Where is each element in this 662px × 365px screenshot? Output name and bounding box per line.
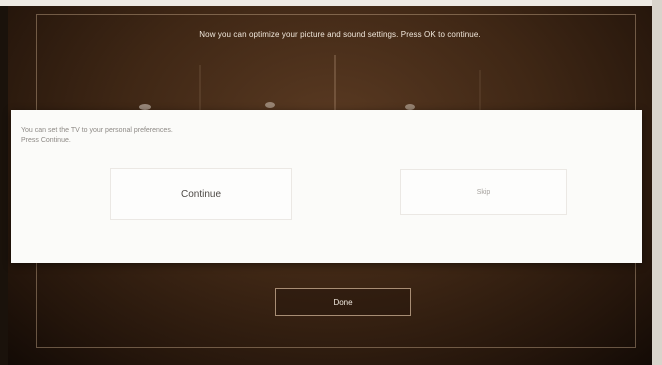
tv-bezel-top xyxy=(0,0,662,6)
continue-button-label: Continue xyxy=(180,188,222,200)
dialog-message-line-2: Press Continue. xyxy=(21,137,71,144)
tv-bezel-right xyxy=(652,0,662,365)
setup-instruction: Now you can optimize your picture and so… xyxy=(199,30,481,39)
skip-button[interactable]: Skip xyxy=(400,169,567,215)
preferences-dialog: You can set the TV to your personal pref… xyxy=(11,110,642,263)
skip-button-label: Skip xyxy=(476,188,491,196)
dialog-message-line-1: You can set the TV to your personal pref… xyxy=(21,127,173,134)
dialog-message: You can set the TV to your personal pref… xyxy=(21,126,173,146)
background-graphic xyxy=(139,55,481,115)
continue-button[interactable]: Continue xyxy=(110,168,292,220)
tv-screen: Now you can optimize your picture and so… xyxy=(0,0,662,365)
tv-bezel-left xyxy=(0,0,8,365)
done-button-label: Done xyxy=(333,297,353,307)
done-button[interactable]: Done xyxy=(275,288,411,316)
